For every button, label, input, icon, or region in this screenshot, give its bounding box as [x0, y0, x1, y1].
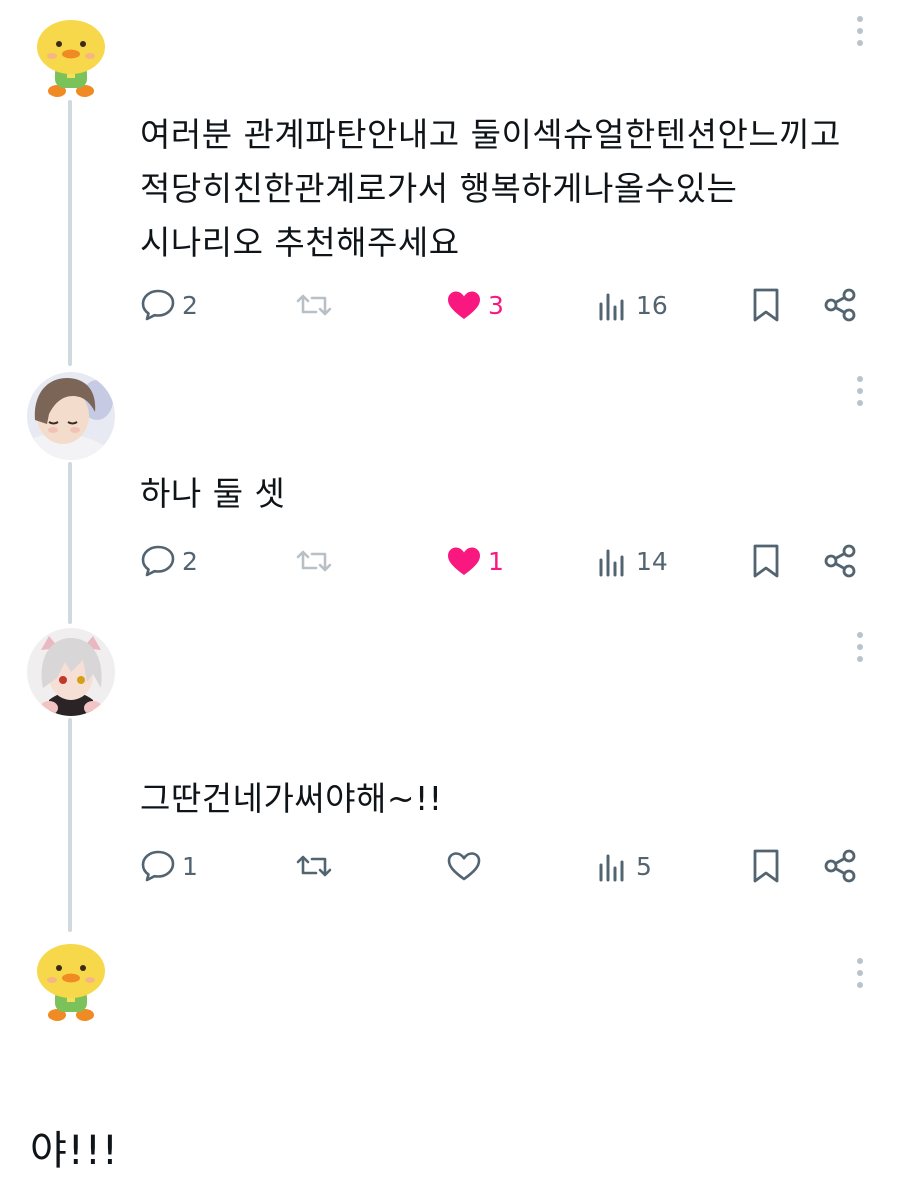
more-options-icon[interactable] — [852, 958, 868, 988]
reply-button[interactable]: 2 — [140, 541, 198, 581]
reply-icon — [141, 289, 175, 321]
views-button[interactable]: 14 — [596, 541, 668, 581]
share-button[interactable] — [822, 541, 858, 581]
duck-avatar[interactable] — [27, 12, 115, 100]
reply-count: 2 — [182, 546, 198, 576]
bookmark-icon — [753, 544, 779, 578]
reply-icon — [141, 850, 175, 882]
post-text: 그딴건네가써야해~!! — [140, 779, 443, 818]
like-button[interactable] — [446, 846, 488, 886]
share-icon — [824, 288, 856, 322]
duck-avatar[interactable] — [27, 936, 115, 1024]
like-button[interactable]: 3 — [446, 285, 504, 325]
views-button[interactable]: 16 — [596, 285, 668, 325]
heart-filled-icon — [448, 547, 480, 575]
views-button[interactable]: 5 — [596, 846, 652, 886]
more-options-icon[interactable] — [852, 376, 868, 406]
heart-filled-icon — [448, 291, 480, 319]
like-count: 3 — [488, 290, 504, 320]
share-button[interactable] — [822, 846, 858, 886]
retweet-icon — [296, 550, 332, 572]
reply-count: 1 — [182, 851, 198, 881]
post-actions: 2 1 14 — [0, 541, 906, 581]
bookmark-icon — [753, 849, 779, 883]
thread-line — [68, 718, 72, 932]
view-count: 14 — [636, 546, 668, 576]
brown-hair-avatar[interactable] — [27, 372, 115, 460]
share-button[interactable] — [822, 285, 858, 325]
post-text: 야!!! — [30, 1128, 119, 1174]
view-count: 5 — [636, 851, 652, 881]
views-icon — [599, 549, 624, 577]
bookmark-button[interactable] — [750, 285, 782, 325]
bookmark-button[interactable] — [750, 541, 782, 581]
retweet-icon — [296, 855, 332, 877]
bookmark-icon — [753, 288, 779, 322]
reply-button[interactable]: 1 — [140, 846, 198, 886]
bookmark-button[interactable] — [750, 846, 782, 886]
retweet-icon — [296, 294, 332, 316]
thread-line — [68, 100, 72, 366]
like-button[interactable]: 1 — [446, 541, 504, 581]
more-options-icon[interactable] — [852, 16, 868, 46]
retweet-button[interactable] — [294, 285, 334, 325]
reply-icon — [141, 545, 175, 577]
post-text: 여러분 관계파탄안내고 둘이섹슈얼한텐션안느끼고 적당히친한관계로가서 행복하게… — [140, 115, 841, 262]
post-actions: 1 5 — [0, 846, 906, 886]
white-hair-avatar[interactable] — [27, 628, 115, 716]
more-options-icon[interactable] — [852, 632, 868, 662]
views-icon — [599, 293, 624, 321]
retweet-button[interactable] — [294, 846, 334, 886]
reply-button[interactable]: 2 — [140, 285, 198, 325]
views-icon — [599, 854, 624, 882]
share-icon — [824, 544, 856, 578]
heart-outline-icon — [447, 852, 481, 881]
post-actions: 2 3 16 — [0, 285, 906, 325]
retweet-button[interactable] — [294, 541, 334, 581]
like-count: 1 — [488, 546, 504, 576]
view-count: 16 — [636, 290, 668, 320]
post-text: 하나 둘 셋 — [140, 474, 286, 513]
reply-count: 2 — [182, 290, 198, 320]
share-icon — [824, 849, 856, 883]
